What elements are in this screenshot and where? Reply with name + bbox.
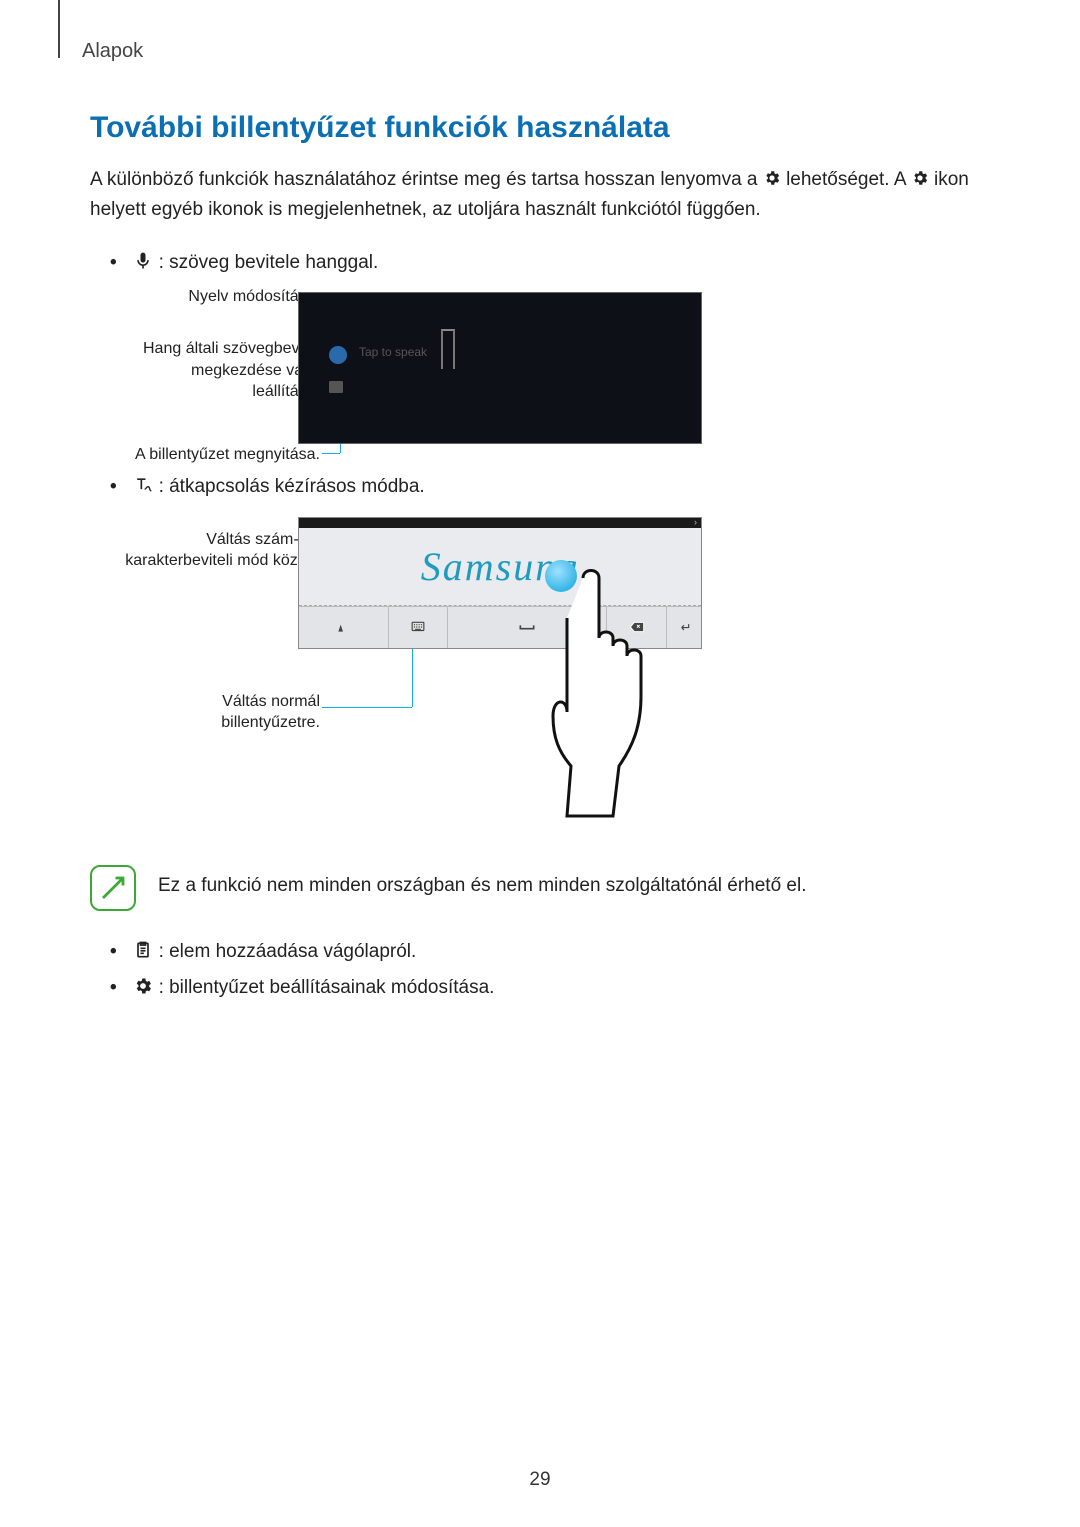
callout-start-stop: Hang általi szövegbevitel megkezdése vag… xyxy=(120,338,320,403)
handwriting-t-icon xyxy=(133,475,153,495)
page-header: Alapok xyxy=(82,40,1000,63)
bullet-settings-text: : billentyűzet beállításainak módosítása… xyxy=(159,977,495,998)
figure-voice-input: Nyelv módosítása. Hang általi szövegbevi… xyxy=(90,292,1000,444)
intro-paragraph: A különböző funkciók használatához érint… xyxy=(90,165,1000,226)
bullet-clipboard: • : elem hozzáadása vágólapról. xyxy=(110,937,1000,967)
mode-switch-cell xyxy=(299,607,389,648)
voice-input-panel: Tap to speak xyxy=(298,292,702,444)
bullet-voice: • : szöveg bevitele hanggal. xyxy=(110,248,1000,278)
callout-open-keyboard: A billentyűzet megnyitása. xyxy=(120,444,320,466)
language-selector xyxy=(441,329,455,369)
callout-normal-keyboard: Váltás normál billentyűzetre. xyxy=(120,691,320,734)
page-number: 29 xyxy=(0,1469,1080,1491)
keyboard-icon xyxy=(329,381,343,393)
figure-handwriting: Váltás szám- és karakterbeviteli mód köz… xyxy=(90,517,1000,837)
tap-to-speak-label: Tap to speak xyxy=(359,345,427,359)
bullet-handwriting: • : átkapcsolás kézírásos módba. xyxy=(110,472,1000,502)
microphone-icon xyxy=(133,251,153,271)
bullet-handwriting-text: : átkapcsolás kézírásos módba. xyxy=(159,476,425,497)
section-title: További billentyűzet funkciók használata xyxy=(90,111,1000,145)
note-icon xyxy=(90,865,136,911)
gear-icon xyxy=(763,167,781,185)
intro-text-2: lehetőséget. A xyxy=(786,169,911,190)
callout-mode-switch: Váltás szám- és karakterbeviteli mód köz… xyxy=(120,529,320,572)
bullet-clipboard-text: : elem hozzáadása vágólapról. xyxy=(159,941,417,962)
note-text: Ez a funkció nem minden országban és nem… xyxy=(158,865,807,897)
mic-button xyxy=(329,346,347,364)
gear-icon xyxy=(133,976,153,996)
clipboard-icon xyxy=(133,940,153,960)
note-box: Ez a funkció nem minden országban és nem… xyxy=(90,865,1000,911)
handwriting-panel: › Samsung xyxy=(298,517,702,649)
keyboard-switch-cell xyxy=(389,607,449,648)
chevron-right-icon: › xyxy=(694,517,697,527)
intro-text-1: A különböző funkciók használatához érint… xyxy=(90,169,763,190)
bullet-voice-text: : szöveg bevitele hanggal. xyxy=(159,252,379,273)
gear-icon xyxy=(911,167,929,185)
bullet-settings: • : billentyűzet beállításainak módosítá… xyxy=(110,973,1000,1003)
callout-language: Nyelv módosítása. xyxy=(120,286,320,308)
hand-illustration xyxy=(549,558,679,808)
